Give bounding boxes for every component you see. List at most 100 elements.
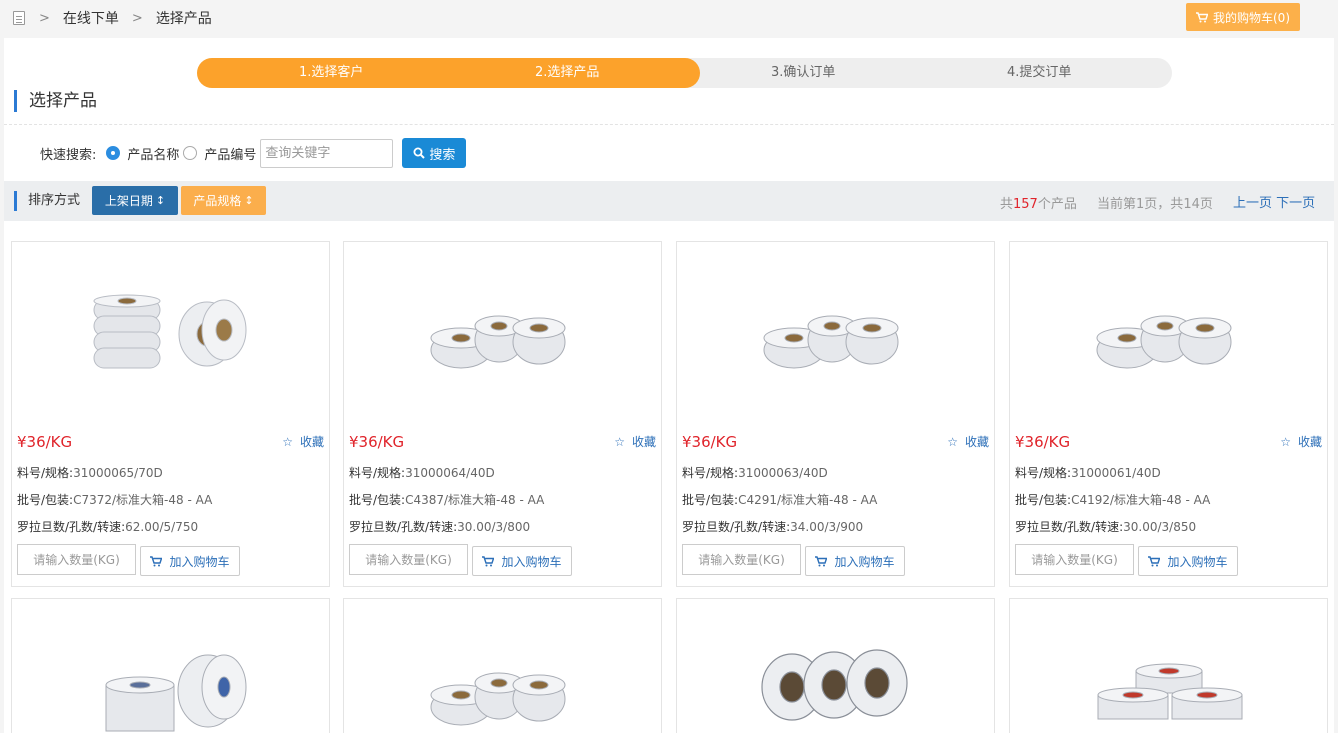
batch-label: 批号/包装: xyxy=(17,493,74,507)
document-icon xyxy=(13,11,25,25)
quantity-input[interactable] xyxy=(17,544,136,575)
product-card: ¥36/KG ☆ 收藏 料号/规格:31000065/70D 批号/包装:C737… xyxy=(11,241,330,587)
product-price: ¥36/KG xyxy=(349,433,405,451)
product-count: 共157个产品 xyxy=(1000,193,1077,212)
page-prefix: 当前第 xyxy=(1097,197,1137,212)
product-price: ¥36/KG xyxy=(682,433,738,451)
search-button[interactable]: 搜索 xyxy=(402,138,467,168)
batch-label: 批号/包装: xyxy=(1015,493,1072,507)
favorite-label: 收藏 xyxy=(964,435,989,449)
quantity-input[interactable] xyxy=(682,544,801,575)
batch-value: C4291/标准大箱-48 - AA xyxy=(738,493,878,507)
product-total: 157 xyxy=(1013,197,1038,212)
batch-label: 批号/包装: xyxy=(682,493,739,507)
total-pages: 14 xyxy=(1183,197,1200,212)
product-spec: 料号/规格:31000063/40D xyxy=(682,464,828,481)
add-to-cart-button[interactable]: 加入购物车 xyxy=(140,546,240,576)
radio-product-code-label[interactable]: 产品编号 xyxy=(204,144,256,163)
breadcrumb: > 在线下单 > 选择产品 xyxy=(13,8,212,28)
next-page-link[interactable]: 下一页 xyxy=(1276,196,1315,211)
denier-label: 罗拉旦数/孔数/转速: xyxy=(349,520,458,534)
my-cart-label: 我的购物车(0) xyxy=(1213,10,1290,25)
add-to-cart-label: 加入购物车 xyxy=(169,554,230,569)
search-input[interactable] xyxy=(260,138,394,168)
favorite-label: 收藏 xyxy=(1297,435,1322,449)
spec-value: 31000065/70D xyxy=(73,466,163,480)
my-cart-button[interactable]: 我的购物车(0) xyxy=(1186,3,1300,31)
spec-label: 料号/规格: xyxy=(349,466,406,480)
denier-value: 30.00/3/800 xyxy=(457,520,531,534)
product-denier: 罗拉旦数/孔数/转速:30.00/3/800 xyxy=(349,518,530,535)
spec-value: 31000061/40D xyxy=(1071,466,1161,480)
cart-icon xyxy=(150,555,163,566)
product-batch: 批号/包装:C4291/标准大箱-48 - AA xyxy=(682,491,877,508)
denier-label: 罗拉旦数/孔数/转速: xyxy=(17,520,126,534)
denier-value: 30.00/3/850 xyxy=(1123,520,1197,534)
divider xyxy=(4,124,1334,125)
product-price: ¥36/KG xyxy=(1015,433,1071,451)
count-prefix: 共 xyxy=(1000,197,1014,212)
radio-product-name-label[interactable]: 产品名称 xyxy=(127,144,179,163)
add-to-cart-button[interactable]: 加入购物车 xyxy=(1138,546,1238,576)
search-button-label: 搜索 xyxy=(429,147,456,163)
count-suffix: 个产品 xyxy=(1037,197,1077,212)
step-confirm-order: 3.确认订单 xyxy=(771,65,836,80)
favorite-button[interactable]: ☆ 收藏 xyxy=(282,433,324,450)
pager: 上一页 下一页 xyxy=(1233,192,1315,211)
favorite-label: 收藏 xyxy=(631,435,656,449)
sort-arrows-icon: ↕ xyxy=(155,194,166,207)
sort-by-date-button[interactable]: 上架日期 ↕ xyxy=(92,186,178,215)
cart-icon xyxy=(482,555,495,566)
denier-value: 62.00/5/750 xyxy=(125,520,199,534)
favorite-button[interactable]: ☆ 收藏 xyxy=(947,433,989,450)
product-batch: 批号/包装:C4387/标准大箱-48 - AA xyxy=(349,491,544,508)
product-image xyxy=(430,672,566,726)
sort-bar: 排序方式 上架日期 ↕ 产品规格 ↕ 共157个产品 当前第1页，共14页 上一… xyxy=(4,181,1334,221)
page-mid: 页，共 xyxy=(1144,197,1184,212)
denier-value: 34.00/3/900 xyxy=(790,520,864,534)
sort-label: 排序方式 xyxy=(14,191,80,211)
steps-progress xyxy=(197,58,700,88)
spec-value: 31000063/40D xyxy=(738,466,828,480)
radio-product-code[interactable] xyxy=(183,146,198,160)
favorite-button[interactable]: ☆ 收藏 xyxy=(1280,433,1322,450)
denier-label: 罗拉旦数/孔数/转速: xyxy=(1015,520,1124,534)
product-card: ¥36/KG ☆ 收藏 料号/规格:31000063/40D 批号/包装:C429… xyxy=(676,241,995,587)
favorite-label: 收藏 xyxy=(299,435,324,449)
star-icon: ☆ xyxy=(947,435,958,449)
quantity-input[interactable] xyxy=(1015,544,1134,575)
spec-label: 料号/规格: xyxy=(682,466,739,480)
breadcrumb-item-select-product: 选择产品 xyxy=(155,11,212,27)
prev-page-link[interactable]: 上一页 xyxy=(1233,196,1272,211)
product-card xyxy=(676,598,995,733)
step-select-customer: 1.选择客户 xyxy=(299,65,364,80)
search-icon xyxy=(413,147,426,159)
breadcrumb-item-online-order[interactable]: 在线下单 xyxy=(63,8,119,28)
product-image xyxy=(1097,663,1243,720)
product-image xyxy=(105,654,247,732)
add-to-cart-button[interactable]: 加入购物车 xyxy=(472,546,572,576)
cart-icon xyxy=(815,555,828,566)
add-to-cart-label: 加入购物车 xyxy=(1167,554,1228,569)
batch-label: 批号/包装: xyxy=(349,493,406,507)
add-to-cart-label: 加入购物车 xyxy=(501,554,562,569)
spec-label: 料号/规格: xyxy=(17,466,74,480)
product-image xyxy=(1096,315,1232,369)
cart-icon xyxy=(1196,11,1208,22)
product-card: ¥36/KG ☆ 收藏 料号/规格:31000061/40D 批号/包装:C419… xyxy=(1009,241,1328,587)
sort-by-spec-button[interactable]: 产品规格 ↕ xyxy=(181,186,266,215)
product-card: ¥36/KG ☆ 收藏 料号/规格:31000064/40D 批号/包装:C438… xyxy=(343,241,662,587)
product-price: ¥36/KG xyxy=(17,433,73,451)
product-card xyxy=(11,598,330,733)
quantity-input[interactable] xyxy=(349,544,468,575)
batch-value: C4192/标准大箱-48 - AA xyxy=(1071,493,1211,507)
radio-product-name[interactable] xyxy=(106,146,121,160)
favorite-button[interactable]: ☆ 收藏 xyxy=(614,433,656,450)
add-to-cart-button[interactable]: 加入购物车 xyxy=(805,546,905,576)
page-info: 当前第1页，共14页 xyxy=(1097,193,1213,212)
product-batch: 批号/包装:C7372/标准大箱-48 - AA xyxy=(17,491,212,508)
top-bar: > 在线下单 > 选择产品 我的购物车(0) xyxy=(0,0,1338,38)
chevron-right-icon: > xyxy=(131,10,143,26)
product-spec: 料号/规格:31000061/40D xyxy=(1015,464,1161,481)
product-denier: 罗拉旦数/孔数/转速:30.00/3/850 xyxy=(1015,518,1196,535)
